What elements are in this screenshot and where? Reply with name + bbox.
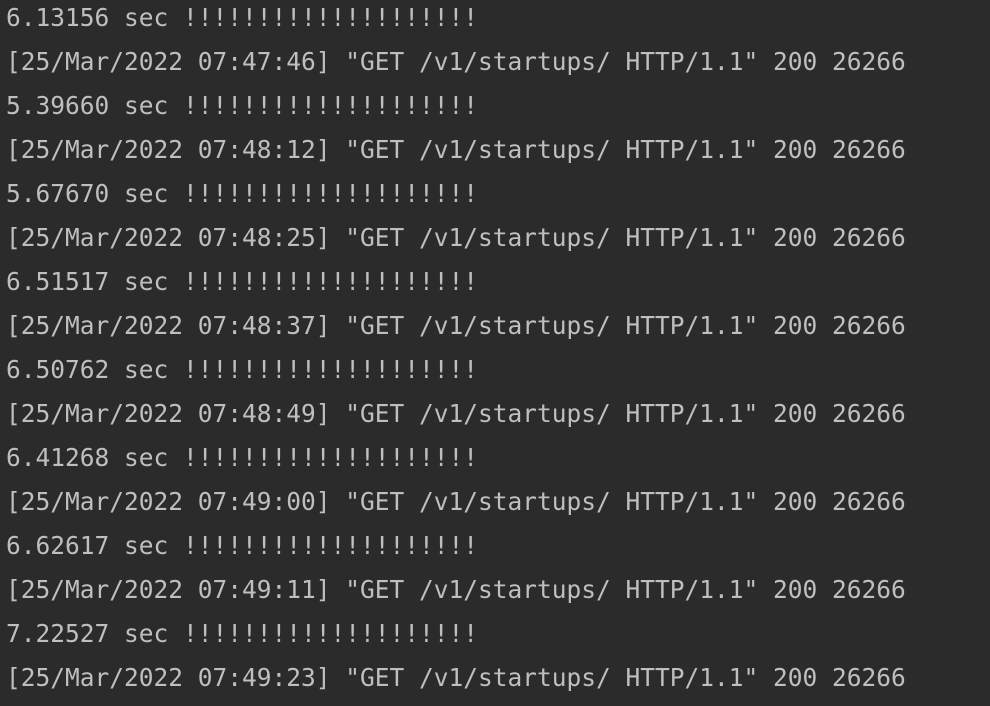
log-line-timing: 6.62617 sec !!!!!!!!!!!!!!!!!!!!: [6, 531, 479, 560]
log-line-request: [25/Mar/2022 07:48:12] "GET /v1/startups…: [6, 135, 906, 164]
console-output[interactable]: 6.13156 sec !!!!!!!!!!!!!!!!!!!! [25/Mar…: [0, 0, 990, 706]
log-line-request: [25/Mar/2022 07:48:49] "GET /v1/startups…: [6, 399, 906, 428]
log-line-timing: 6.51517 sec !!!!!!!!!!!!!!!!!!!!: [6, 267, 479, 296]
log-line-timing: 6.41268 sec !!!!!!!!!!!!!!!!!!!!: [6, 443, 479, 472]
log-line-request: [25/Mar/2022 07:47:46] "GET /v1/startups…: [6, 47, 906, 76]
log-list: 6.13156 sec !!!!!!!!!!!!!!!!!!!! [25/Mar…: [6, 0, 990, 700]
log-line-timing: 6.50762 sec !!!!!!!!!!!!!!!!!!!!: [6, 355, 479, 384]
log-line-timing: 5.39660 sec !!!!!!!!!!!!!!!!!!!!: [6, 91, 479, 120]
log-line-request: [25/Mar/2022 07:49:00] "GET /v1/startups…: [6, 487, 906, 516]
log-line-timing: 6.13156 sec !!!!!!!!!!!!!!!!!!!!: [6, 3, 479, 32]
log-line-request: [25/Mar/2022 07:49:11] "GET /v1/startups…: [6, 575, 906, 604]
log-line-timing: 5.67670 sec !!!!!!!!!!!!!!!!!!!!: [6, 179, 479, 208]
log-line-request: [25/Mar/2022 07:48:25] "GET /v1/startups…: [6, 223, 906, 252]
log-line-request: [25/Mar/2022 07:48:37] "GET /v1/startups…: [6, 311, 906, 340]
log-line-request: [25/Mar/2022 07:49:23] "GET /v1/startups…: [6, 663, 906, 692]
log-line-timing: 7.22527 sec !!!!!!!!!!!!!!!!!!!!: [6, 619, 479, 648]
